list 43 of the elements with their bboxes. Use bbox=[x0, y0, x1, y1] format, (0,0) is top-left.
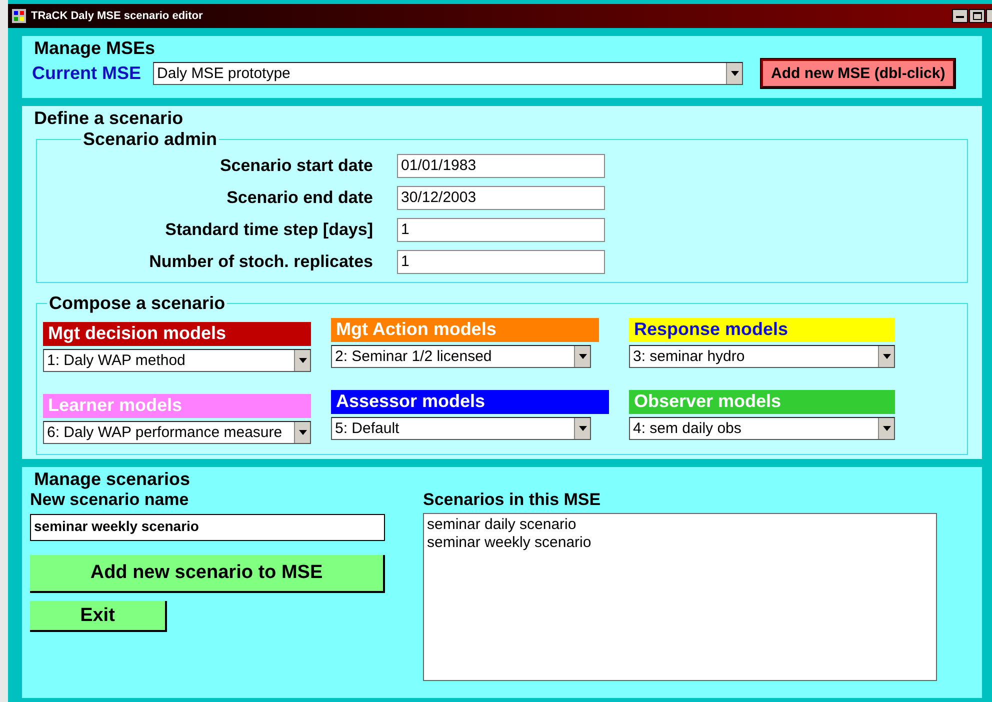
group-title: Compose a scenario bbox=[48, 293, 226, 314]
model-category-label: Learner models bbox=[43, 394, 311, 418]
input-field[interactable]: 01/01/1983 bbox=[397, 154, 605, 178]
model-category-label: Observer models bbox=[629, 390, 895, 414]
dropdown-field[interactable]: 1: Daly WAP method bbox=[43, 349, 311, 372]
maximize-icon bbox=[972, 12, 982, 20]
app-icon bbox=[12, 9, 26, 23]
field-label: Scenario end date bbox=[226, 188, 373, 208]
input-field[interactable]: 1 bbox=[397, 250, 605, 274]
exit-button[interactable]: Exit bbox=[30, 601, 167, 632]
list-item[interactable]: seminar weekly scenario bbox=[427, 534, 933, 552]
panel-title: Manage scenarios bbox=[33, 469, 192, 490]
field-label: New scenario name bbox=[30, 490, 190, 510]
minimize-icon bbox=[956, 14, 964, 18]
minimize-button[interactable] bbox=[952, 9, 968, 23]
maximize-button[interactable] bbox=[969, 9, 985, 23]
field-label: Scenario start date bbox=[218, 156, 373, 176]
current-mse-label: Current MSE bbox=[32, 63, 142, 84]
close-button[interactable] bbox=[986, 9, 992, 23]
model-category-label: Mgt decision models bbox=[43, 322, 311, 346]
dropdown-field[interactable]: 4: sem daily obs bbox=[629, 417, 895, 440]
dropdown-field[interactable]: 5: Default bbox=[331, 417, 591, 440]
dropdown-field[interactable]: 3: seminar hydro bbox=[629, 345, 895, 368]
group-title: Scenario admin bbox=[82, 129, 218, 150]
dropdown-field[interactable]: 2: Seminar 1/2 licensed bbox=[331, 345, 591, 368]
field-label: Number of stoch. replicates bbox=[148, 252, 373, 272]
scenario-list[interactable]: seminar daily scenario seminar weekly scenario bbox=[423, 513, 937, 681]
dropdown-field[interactable]: Daly MSE prototype bbox=[153, 62, 744, 85]
field-label: Standard time step [days] bbox=[164, 220, 373, 240]
scenario-name-field[interactable]: seminar weekly scenario bbox=[30, 514, 385, 541]
field-label: Scenarios in this MSE bbox=[423, 490, 602, 510]
model-category-label: Assessor models bbox=[331, 390, 609, 414]
input-field[interactable]: 1 bbox=[397, 218, 605, 242]
model-category-label: Mgt Action models bbox=[331, 318, 599, 342]
add-scenario-button[interactable]: Add new scenario to MSE bbox=[30, 555, 385, 593]
model-category-label: Response models bbox=[629, 318, 895, 342]
dropdown-field[interactable]: 6: Daly WAP performance measure bbox=[43, 421, 311, 444]
panel-title: Define a scenario bbox=[33, 108, 184, 129]
panel-title: Manage MSEs bbox=[33, 38, 156, 59]
input-field[interactable]: 30/12/2003 bbox=[397, 186, 605, 210]
add-mse-button[interactable]: Add new MSE (dbl-click) bbox=[761, 59, 956, 88]
window-title: TRaCK Daly MSE scenario editor bbox=[31, 10, 204, 22]
list-item[interactable]: seminar daily scenario bbox=[427, 516, 933, 534]
